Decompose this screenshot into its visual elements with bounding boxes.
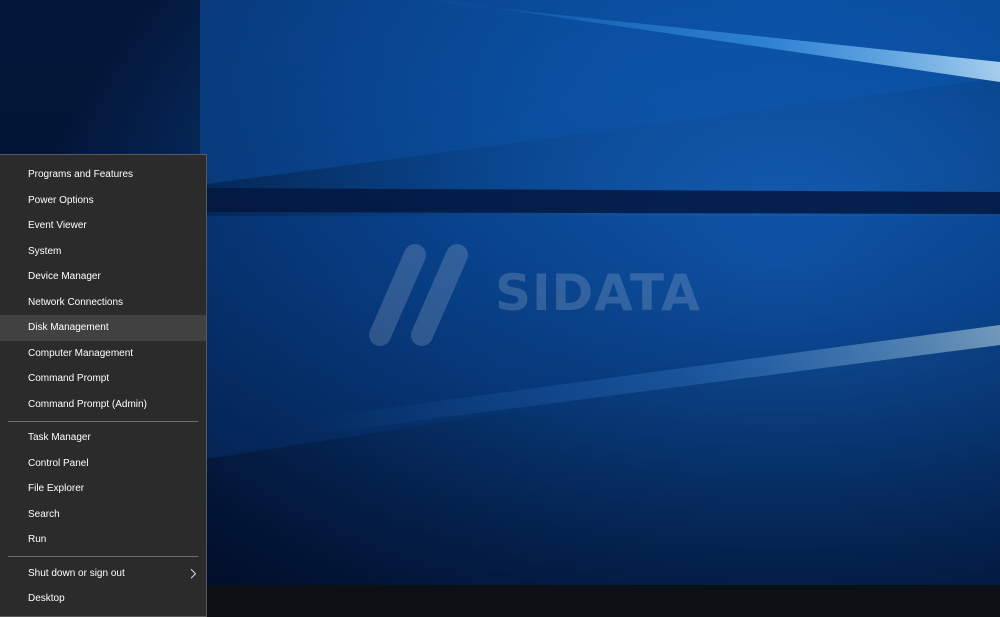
desktop[interactable]: SIDATA Programs and Features Power Optio…: [0, 0, 1000, 617]
menu-item-desktop[interactable]: Desktop: [0, 586, 206, 612]
menu-item-label: Shut down or sign out: [28, 567, 125, 579]
menu-item-computer-management[interactable]: Computer Management: [0, 341, 206, 367]
chevron-right-icon: [190, 568, 197, 579]
watermark-text: SIDATA: [495, 264, 701, 322]
menu-item-search[interactable]: Search: [0, 502, 206, 528]
menu-item-shut-down-or-sign-out[interactable]: Shut down or sign out: [0, 561, 206, 587]
menu-separator: [8, 556, 198, 557]
menu-item-control-panel[interactable]: Control Panel: [0, 451, 206, 477]
menu-item-command-prompt-admin[interactable]: Command Prompt (Admin): [0, 392, 206, 418]
menu-item-device-manager[interactable]: Device Manager: [0, 264, 206, 290]
menu-item-system[interactable]: System: [0, 239, 206, 265]
menu-item-event-viewer[interactable]: Event Viewer: [0, 213, 206, 239]
menu-item-disk-management[interactable]: Disk Management: [0, 315, 206, 341]
watermark: SIDATA: [360, 240, 720, 350]
menu-item-power-options[interactable]: Power Options: [0, 188, 206, 214]
power-user-context-menu: Programs and Features Power Options Even…: [0, 154, 207, 617]
menu-separator: [8, 420, 198, 422]
menu-item-task-manager[interactable]: Task Manager: [0, 425, 206, 451]
menu-item-programs-and-features[interactable]: Programs and Features: [0, 162, 206, 188]
watermark-logo-icon: [369, 244, 468, 346]
menu-item-run[interactable]: Run: [0, 527, 206, 553]
menu-item-file-explorer[interactable]: File Explorer: [0, 476, 206, 502]
menu-item-network-connections[interactable]: Network Connections: [0, 290, 206, 316]
menu-item-command-prompt[interactable]: Command Prompt: [0, 366, 206, 392]
